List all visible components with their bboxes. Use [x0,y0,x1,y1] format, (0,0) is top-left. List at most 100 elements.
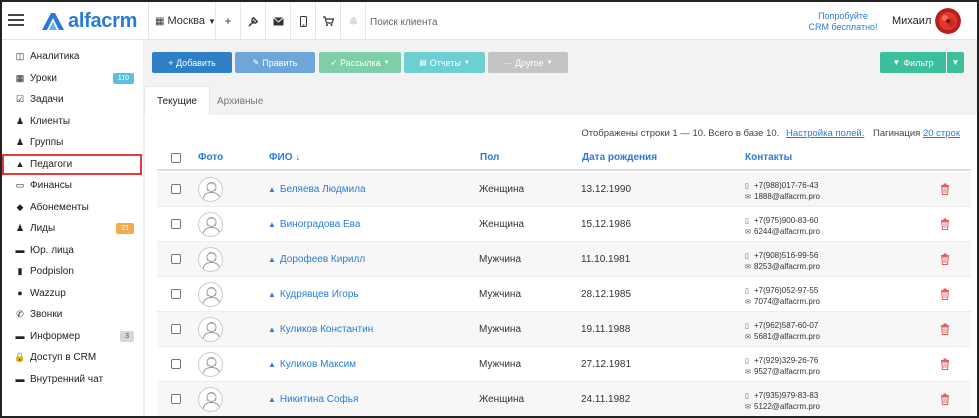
sidebar-item-2[interactable]: ☑ Задачи [2,89,142,111]
sidebar-item-3[interactable]: ♟ Клиенты [2,111,142,133]
trash-icon[interactable] [940,218,950,230]
mobile-icon[interactable] [291,2,315,40]
sidebar-item-7[interactable]: ◆ Абонементы [2,197,142,219]
user-name[interactable]: Михаил [892,15,931,27]
sidebar-item-label: Группы [30,137,64,149]
teacher-name-link[interactable]: ▲ Никитина Софья [268,394,358,405]
main-content: + Добавить ✎ Править ➶ Рассылка ▼ ▤ Отче… [143,40,977,416]
sidebar-item-0[interactable]: ◫ Аналитика [2,46,142,68]
reports-button[interactable]: ▤ Отчеты ▼ [404,52,485,73]
user-avatar[interactable] [935,8,961,34]
mobile-icon: ▯ [745,253,749,260]
person-placeholder-icon [198,247,223,272]
sidebar-item-14[interactable]: 🔒 Доступ в CRM [2,347,142,369]
field-settings-link[interactable]: Настройка полей. [786,128,864,139]
pagination-link[interactable]: 20 строк [923,128,960,139]
teacher-name-link[interactable]: ▲ Беляева Людмила [268,184,366,195]
sidebar-item-label: Уроки [30,72,57,84]
count-badge: 3 [120,330,134,342]
row-checkbox[interactable] [171,359,181,369]
user-icon: ♟ [15,115,25,126]
teacher-name-link[interactable]: ▲ Дорофеев Кирилл [268,254,365,265]
teacher-name-link[interactable]: ▲ Куликов Максим [268,359,356,370]
teacher-name-link[interactable]: ▲ Куликов Константин [268,324,373,335]
client-search-input[interactable] [370,14,570,30]
mobile-icon: ▯ [745,393,749,400]
select-all-checkbox[interactable] [171,153,181,163]
row-checkbox[interactable] [171,394,181,404]
teacher-name: Куликов Максим [279,359,357,370]
reports-button-label: Отчеты [429,57,461,68]
row-checkbox[interactable] [171,324,181,334]
other-button[interactable]: ··· Другое ▼ [488,52,568,73]
sidebar-item-label: Доступ в CRM [30,352,97,364]
sidebar-item-15[interactable]: ▬ Внутренний чат [2,369,142,391]
wrench-icon[interactable] [241,2,265,40]
sidebar-item-5[interactable]: ▲ Педагоги [2,153,142,175]
teacher-name-link[interactable]: ▲ Виноградова Ева [268,219,360,230]
plus-icon[interactable]: + [216,2,240,40]
filter-button[interactable]: ▼ Фильтр [880,52,946,73]
bell-icon[interactable] [341,2,365,40]
sidebar-item-10[interactable]: ▮ Podpislon [2,261,142,283]
trash-icon[interactable] [940,253,950,265]
sidebar-item-4[interactable]: ♟ Группы [2,132,142,154]
column-header-photo: Фото [198,152,224,163]
envelope-icon: ✉ [745,298,751,306]
tab-archive[interactable]: Архивные [217,86,263,116]
branch-selector[interactable]: ▦ Москва ▼ [148,2,222,40]
sidebar-item-label: Абонементы [30,201,89,213]
sidebar-item-12[interactable]: ✆ Звонки [2,304,142,326]
trash-icon[interactable] [940,288,950,300]
table-row[interactable]: ▲ Никитина Софья Женщина 24.11.1982 ▯ +7(935)… [157,382,971,416]
table-row[interactable]: ▲ Дорофеев Кирилл Мужчина 11.10.1981 ▯ +7(908… [157,242,971,277]
phone-value: +7(976)052-97-55 [754,286,819,295]
sidebar-item-6[interactable]: ▭ Финансы [2,175,142,197]
gender-cell: Мужчина [479,359,522,370]
email-value: 9527@alfacrm.pro [754,366,820,376]
gender-cell: Мужчина [479,289,522,300]
row-checkbox[interactable] [171,219,181,229]
envelope-icon[interactable] [266,2,290,40]
money-icon: ▭ [15,180,25,191]
trash-icon[interactable] [940,183,950,195]
column-header-gender[interactable]: Пол [480,152,499,163]
print-icon: ▤ [419,58,427,67]
mailing-button[interactable]: ➶ Рассылка ▼ [319,52,401,73]
row-checkbox[interactable] [171,254,181,264]
trash-icon[interactable] [940,323,950,335]
sidebar-item-13[interactable]: ▬ Информер 3 [2,326,142,348]
filter-dropdown-button[interactable]: ▼ [947,52,964,73]
sidebar-item-11[interactable]: ● Wazzup [2,283,142,305]
sidebar-item-8[interactable]: ♟ Лиды 21 [2,218,142,240]
teacher-name-link[interactable]: ▲ Кудрявцев Игорь [268,289,359,300]
contacts-cell: ▯ +7(976)052-97-55 ✉ 7074@alfacrm.pro [745,286,820,307]
trash-icon[interactable] [940,358,950,370]
row-checkbox[interactable] [171,184,181,194]
logo[interactable]: alfacrm [40,9,137,33]
add-button[interactable]: + Добавить [152,52,232,73]
contacts-cell: ▯ +7(962)587-60-07 ✉ 5681@alfacrm.pro [745,321,820,342]
table-row[interactable]: ▲ Куликов Максим Мужчина 27.12.1981 ▯ +7(929)… [157,347,971,382]
column-header-dob[interactable]: Дата рождения [582,152,657,163]
table-row[interactable]: ▲ Беляева Людмила Женщина 13.12.1990 ▯ +7(988… [157,172,971,207]
book-icon: ▬ [15,331,25,342]
row-checkbox[interactable] [171,289,181,299]
tab-current[interactable]: Текущие [144,86,210,116]
graduation-cap-icon: ▲ [15,159,25,170]
teacher-name: Кудрявцев Игорь [279,289,359,300]
edit-button[interactable]: ✎ Править [235,52,315,73]
graduation-cap-icon: ▲ [268,325,276,334]
cart-icon[interactable] [316,2,340,40]
sidebar-item-1[interactable]: ▦ Уроки 110 [2,68,142,90]
app-window: alfacrm ▦ Москва ▼ + Попроб [0,0,979,418]
column-header-name[interactable]: ФИО ↓ [269,152,300,163]
trash-icon[interactable] [940,393,950,405]
graduation-cap-icon: ▲ [268,255,276,264]
try-crm-link[interactable]: Попробуйте CRM бесплатно! [807,11,879,33]
sidebar-item-9[interactable]: ▬ Юр. лица [2,240,142,262]
table-row[interactable]: ▲ Куликов Константин Мужчина 19.11.1988 ▯ +7(… [157,312,971,347]
table-row[interactable]: ▲ Кудрявцев Игорь Мужчина 28.12.1985 ▯ +7(976… [157,277,971,312]
table-row[interactable]: ▲ Виноградова Ева Женщина 15.12.1986 ▯ +7(975… [157,207,971,242]
menu-toggle-icon[interactable] [8,11,24,27]
